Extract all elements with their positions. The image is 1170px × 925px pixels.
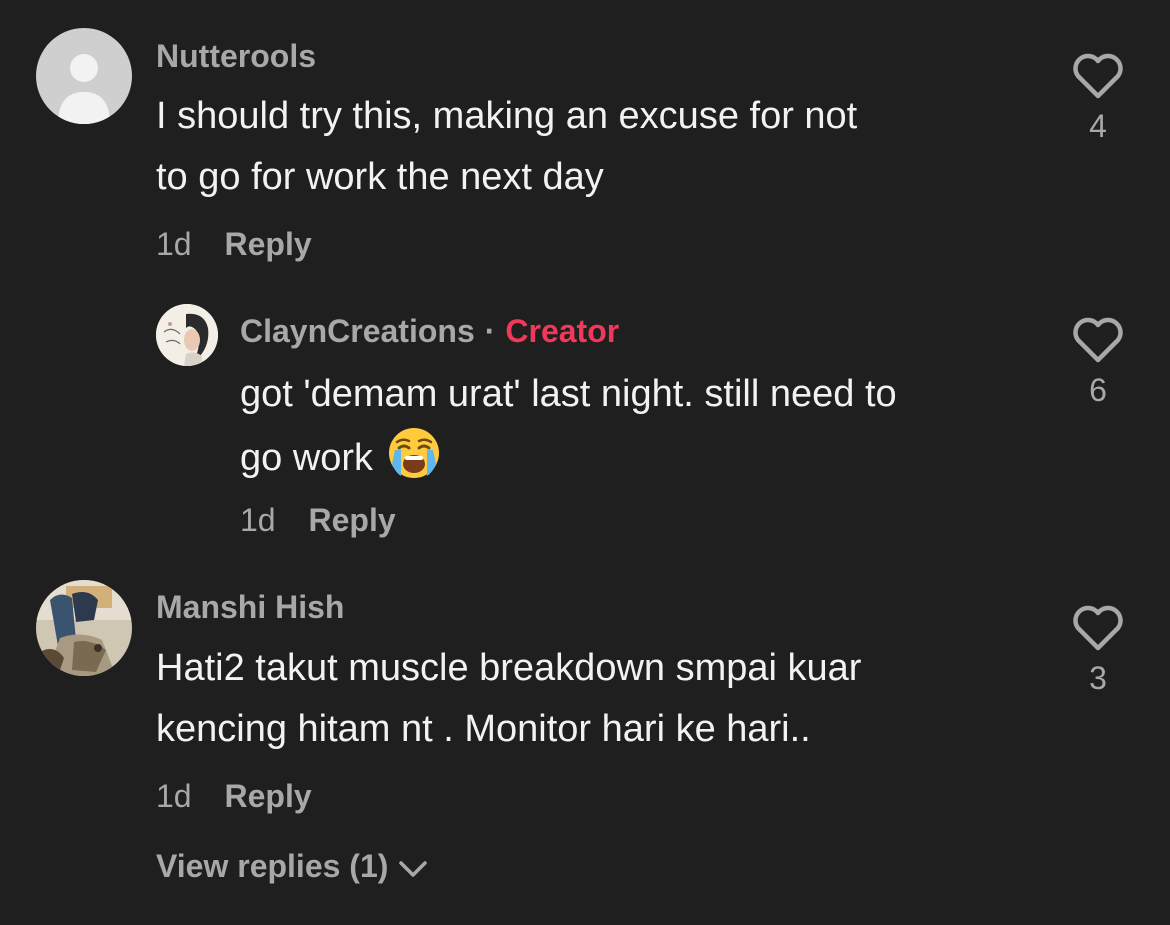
comment-username[interactable]: Manshi Hish — [156, 589, 344, 626]
like-button[interactable]: 4 — [1068, 52, 1128, 145]
comment-time: 1d — [240, 502, 276, 538]
like-button[interactable]: 6 — [1068, 316, 1128, 409]
comment-text-line: Hati2 takut muscle breakdown smpai kuar — [156, 647, 862, 689]
reply-button[interactable]: Reply — [308, 502, 395, 538]
creator-badge: Creator — [505, 313, 620, 349]
reply-button[interactable]: Reply — [224, 226, 311, 262]
comment-time: 1d — [156, 778, 192, 814]
comment-text-line: got 'demam urat' last night. still need … — [240, 373, 897, 415]
comment-username[interactable]: Nutterools — [156, 38, 316, 75]
comment-text-line: to go for work the next day — [156, 156, 604, 198]
reply-button[interactable]: Reply — [224, 778, 311, 814]
comment-meta: 1d Reply — [240, 502, 396, 539]
comment-username[interactable]: ClaynCreations — [240, 313, 475, 349]
comment-meta: 1d Reply — [156, 778, 312, 815]
heart-icon — [1073, 317, 1123, 363]
view-replies-button[interactable]: View replies (1) — [156, 848, 428, 885]
heart-icon — [1073, 605, 1123, 651]
comment-time: 1d — [156, 226, 192, 262]
like-count: 6 — [1089, 372, 1107, 408]
user-photo-avatar[interactable] — [36, 580, 132, 676]
default-avatar-icon[interactable] — [36, 28, 132, 124]
heart-icon — [1073, 53, 1123, 99]
comment-text-line: kencing hitam nt . Monitor hari ke hari.… — [156, 708, 811, 750]
like-count: 4 — [1089, 108, 1107, 144]
comment-text-fragment: go work — [240, 437, 374, 479]
comment-text: Hati2 takut muscle breakdown smpai kuar … — [156, 638, 861, 760]
comment-text-line: go work — [240, 426, 897, 500]
chevron-down-icon — [399, 861, 428, 877]
comment-meta: 1d Reply — [156, 226, 312, 263]
creator-avatar[interactable] — [156, 304, 218, 366]
loudly-crying-face-emoji — [387, 426, 441, 500]
like-button[interactable]: 3 — [1068, 604, 1128, 697]
view-replies-label: View replies (1) — [156, 848, 389, 884]
comment-username-row: ClaynCreations · Creator — [240, 313, 619, 350]
comment-text: got 'demam urat' last night. still need … — [240, 362, 897, 500]
like-count: 3 — [1089, 660, 1107, 696]
comment-text: I should try this, making an excuse for … — [156, 86, 857, 208]
separator-dot: · — [484, 313, 496, 349]
comment-text-line: I should try this, making an excuse for … — [156, 95, 858, 137]
